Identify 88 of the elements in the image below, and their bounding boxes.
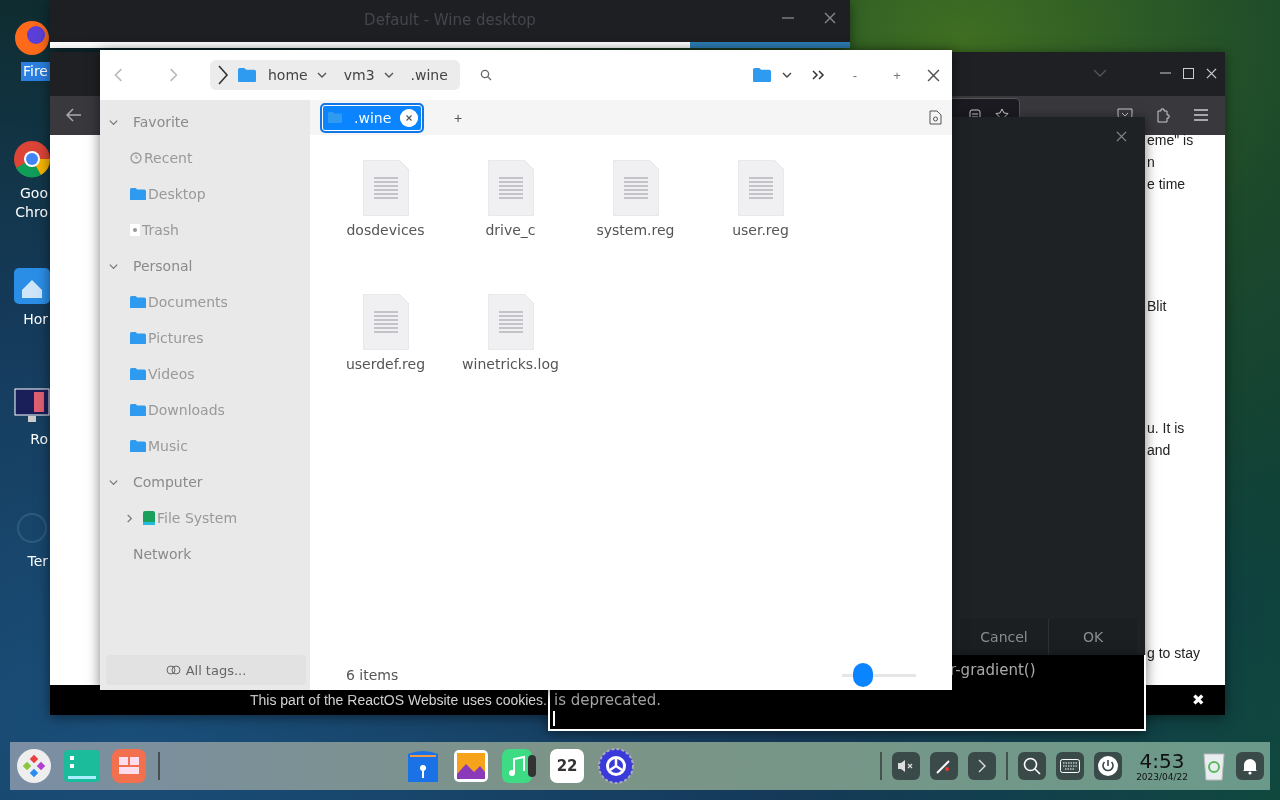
drive-icon	[143, 511, 155, 525]
music-icon[interactable]	[502, 749, 537, 783]
file-name[interactable]: system.reg	[596, 222, 675, 238]
pen-button[interactable]	[930, 752, 959, 780]
search-button[interactable]	[1018, 752, 1047, 780]
file-name[interactable]: userdef.reg	[345, 356, 426, 372]
file-name[interactable]: drive_c	[485, 222, 536, 238]
close-icon[interactable]	[1116, 131, 1127, 142]
desktop-icon-label[interactable]: Goo	[18, 184, 50, 203]
sidebar-section[interactable]: Computer	[133, 474, 203, 490]
page-text: n	[1147, 154, 1155, 170]
page-text: u. It is	[1147, 420, 1185, 436]
folder-icon	[130, 295, 146, 309]
close-icon[interactable]	[927, 68, 940, 82]
sidebar-section[interactable]: Personal	[133, 258, 193, 274]
cookie-notice: This part of the ReactOS Website uses cookies.	[250, 692, 547, 708]
console-text: is deprecated.	[554, 691, 661, 709]
extension-icon[interactable]	[1155, 107, 1171, 123]
tab-close-icon[interactable]	[400, 108, 418, 127]
chrome-icon[interactable]	[13, 140, 51, 178]
new-tab-button[interactable]: +	[448, 108, 469, 127]
page-text: g to stay	[1147, 645, 1200, 661]
desktop-icon-label[interactable]: Hor	[21, 310, 50, 329]
clock-date[interactable]: 2023/04/22	[1136, 772, 1188, 782]
folder-icon	[130, 403, 146, 417]
desktop-icon-label[interactable]: Fire	[21, 62, 50, 81]
folder-icon	[130, 187, 146, 201]
keyboard-icon	[1060, 759, 1081, 773]
close-icon[interactable]	[824, 12, 836, 24]
folder-icon	[328, 111, 342, 124]
monitor-icon[interactable]	[14, 388, 50, 424]
maximize-icon[interactable]	[1183, 68, 1194, 79]
window-button[interactable]: +	[885, 66, 909, 84]
keyboard-button[interactable]	[1056, 752, 1085, 780]
file-name[interactable]: dosdevices	[346, 222, 425, 238]
desktop-icon-label[interactable]: Ro	[28, 430, 50, 449]
clock-icon	[130, 152, 142, 164]
page-text: eme" is	[1147, 132, 1194, 148]
volume-button[interactable]	[892, 752, 921, 780]
tags-button[interactable]: All tags...	[106, 655, 306, 685]
clock-time[interactable]: 4:53	[1139, 750, 1185, 772]
search-icon[interactable]	[479, 69, 492, 81]
double-chevron-icon[interactable]	[811, 69, 825, 81]
folder-icon	[130, 439, 146, 453]
page-text: Blit	[1147, 298, 1167, 314]
photos-icon[interactable]	[454, 750, 489, 782]
sidebar-section[interactable]: Favorite	[133, 114, 189, 130]
menu-icon[interactable]	[1193, 107, 1209, 123]
folder-icon	[130, 367, 146, 381]
back-arrow-icon[interactable]	[66, 108, 82, 122]
item-count: 6 items	[346, 667, 399, 683]
folder-icon	[238, 67, 256, 83]
power-icon	[1097, 755, 1120, 777]
tab[interactable]: .wine	[320, 102, 424, 133]
page-text: and	[1147, 442, 1171, 458]
notifications-button[interactable]	[1236, 752, 1264, 780]
bell-icon	[1241, 757, 1259, 775]
power-button[interactable]	[1094, 752, 1123, 780]
document-search-icon[interactable]	[929, 110, 942, 125]
search-icon	[1023, 757, 1042, 775]
desktop-icon-label[interactable]: Chro	[13, 203, 50, 222]
text-cursor	[553, 711, 555, 726]
window-button[interactable]: -	[843, 66, 867, 84]
breadcrumb-item[interactable]: home	[264, 67, 332, 83]
calendar-icon[interactable]: 22	[550, 749, 585, 783]
trash-icon	[130, 224, 140, 236]
console-text: r-gradient()	[950, 661, 1036, 679]
slider-thumb[interactable]	[852, 663, 873, 687]
breadcrumb-item[interactable]: vm3	[339, 67, 399, 83]
home-folder-icon[interactable]	[14, 268, 50, 304]
expand-button[interactable]	[968, 752, 997, 780]
folder-icon	[130, 331, 146, 345]
desktop-icon-label[interactable]: Ter	[25, 552, 50, 571]
dialog-button[interactable]: Cancel	[960, 619, 1048, 655]
trash-icon[interactable]	[1202, 751, 1226, 781]
tags-icon	[165, 665, 182, 675]
cookie-close-button[interactable]: ✖	[1186, 690, 1211, 710]
app-grid-icon[interactable]	[112, 749, 146, 783]
page-text: e time	[1147, 176, 1186, 192]
view-folder-icon	[753, 67, 771, 83]
chevron-right-icon	[977, 759, 988, 773]
sidebar-section[interactable]: Network	[133, 546, 192, 562]
gear-icon[interactable]	[598, 748, 635, 784]
launcher-icon[interactable]	[16, 748, 52, 784]
file-name[interactable]: winetricks.log	[462, 356, 559, 372]
breadcrumb-item[interactable]: .wine	[406, 67, 452, 83]
file-name[interactable]: user.reg	[732, 222, 789, 238]
chevron-right-icon[interactable]	[216, 64, 230, 86]
